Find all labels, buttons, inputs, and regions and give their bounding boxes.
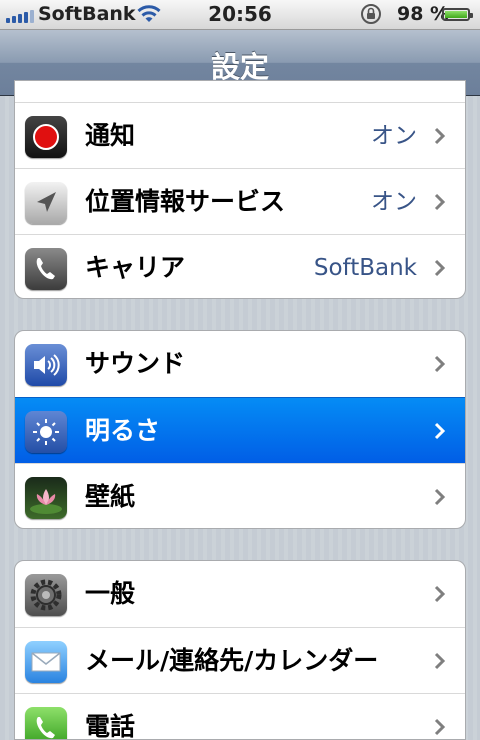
location-arrow-icon bbox=[25, 182, 67, 224]
row-value: SoftBank bbox=[313, 255, 417, 281]
settings-row-mail-contacts-calendars[interactable]: メール/連絡先/カレンダー bbox=[15, 627, 465, 693]
chevron-right-icon bbox=[434, 718, 446, 736]
chevron-right-icon bbox=[434, 127, 446, 145]
row-value: オン bbox=[371, 123, 417, 149]
settings-row-general[interactable]: 一般 bbox=[15, 561, 465, 627]
row-label: メール/連絡先/カレンダー bbox=[85, 646, 379, 675]
chevron-right-icon bbox=[434, 488, 446, 506]
row-label: 壁紙 bbox=[85, 482, 136, 511]
row-value: オン bbox=[371, 189, 417, 215]
brightness-sun-icon bbox=[25, 411, 67, 453]
chevron-right-icon bbox=[434, 585, 446, 603]
settings-group-3: 一般 メール/連絡先/カレンダー 電話 bbox=[14, 560, 466, 740]
row-label: 通知 bbox=[85, 121, 136, 150]
settings-row-carrier[interactable]: キャリア SoftBank bbox=[15, 234, 465, 298]
settings-row-notifications[interactable]: 通知 オン bbox=[15, 102, 465, 168]
phone-handset-icon bbox=[25, 248, 67, 290]
chevron-right-icon bbox=[434, 652, 446, 670]
rotation-lock-icon bbox=[360, 3, 382, 25]
row-label: 明るさ bbox=[85, 416, 161, 445]
settings-row-phone[interactable]: 電話 bbox=[15, 693, 465, 740]
chevron-right-icon bbox=[434, 355, 446, 373]
battery-icon bbox=[442, 8, 473, 21]
mail-envelope-icon bbox=[25, 641, 67, 683]
wallpaper-flower-icon bbox=[25, 477, 67, 519]
settings-row-wallpaper[interactable]: 壁紙 bbox=[15, 463, 465, 528]
row-label: キャリア bbox=[85, 253, 186, 282]
chevron-right-icon bbox=[434, 193, 446, 211]
speaker-icon bbox=[25, 344, 67, 386]
notifications-icon bbox=[25, 116, 67, 158]
row-label: 位置情報サービス bbox=[85, 187, 286, 216]
row-label: 一般 bbox=[85, 579, 136, 608]
settings-group-2: サウンド 明るさ 壁紙 bbox=[14, 330, 466, 529]
status-bar: SoftBank 20:56 98 % bbox=[0, 0, 480, 30]
settings-row-sounds[interactable]: サウンド bbox=[15, 331, 465, 397]
chevron-right-icon bbox=[434, 259, 446, 277]
row-label: 電話 bbox=[85, 712, 136, 740]
gear-icon bbox=[25, 574, 67, 616]
chevron-right-icon bbox=[434, 422, 446, 440]
phone-app-icon bbox=[25, 707, 67, 739]
settings-row-brightness[interactable]: 明るさ bbox=[15, 397, 465, 463]
settings-group-1: 通知 オン 位置情報サービス オン キャリア SoftBank bbox=[14, 80, 466, 299]
settings-row-location[interactable]: 位置情報サービス オン bbox=[15, 168, 465, 234]
row-label: サウンド bbox=[85, 349, 186, 378]
